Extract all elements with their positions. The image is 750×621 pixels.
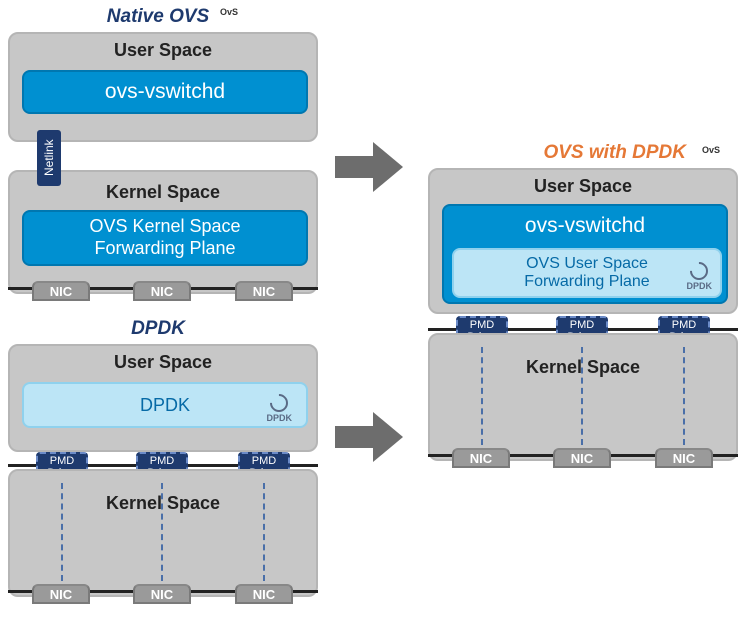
combined-fwd-line2: Forwarding Plane [524,273,649,291]
combined-kernel-space-panel: Kernel Space [428,333,738,461]
native-user-space-heading: User Space [10,40,316,61]
dpdk-logo-icon: DPDK [266,394,292,423]
dpdk-nic-2: NIC [133,584,191,604]
dpdk-dash-2 [161,483,163,581]
dpdk-dash-1 [61,483,63,581]
netlink-connector: Netlink [37,130,61,186]
dpdk-nic-3: NIC [235,584,293,604]
arrow-native-to-combined [335,142,405,192]
native-user-space-panel: User Space ovs-vswitchd [8,32,318,142]
arrow-dpdk-to-combined [335,412,405,462]
native-nic-3: NIC [235,281,293,301]
combined-fwd-line1: OVS User Space [526,255,648,273]
ovs-logo-icon: OvS [220,8,260,17]
native-fwd-plane: OVS Kernel Space Forwarding Plane [22,210,308,266]
dpdk-kernel-space-heading: Kernel Space [10,493,316,514]
combined-fwd-plane: OVS User Space Forwarding Plane DPDK [452,248,722,298]
dpdk-pmd2-line1: PMD [150,455,174,467]
dpdk-label-text: DPDK [140,395,190,416]
combined-user-space-heading: User Space [430,176,736,197]
combined-dash-1 [481,347,483,445]
native-ovs-title: Native OVS [8,6,308,28]
combined-ovs-vswitchd-text: ovs-vswitchd [525,214,645,238]
dpdk-dash-3 [263,483,265,581]
combined-nic-3: NIC [655,448,713,468]
dpdk-pmd3-line1: PMD [252,455,276,467]
combined-dash-2 [581,347,583,445]
dpdk-user-space-heading: User Space [10,352,316,373]
combined-ovs-vswitchd: ovs-vswitchd OVS User Space Forwarding P… [442,204,728,304]
combined-ovs-logo-icon: OvS [702,146,720,155]
combined-user-space-panel: User Space ovs-vswitchd OVS User Space F… [428,168,738,314]
combined-pmd2-line1: PMD [570,319,594,331]
combined-title: OVS with DPDK [432,142,732,164]
native-nic-2: NIC [133,281,191,301]
combined-pmd3-line1: PMD [672,319,696,331]
combined-nic-1: NIC [452,448,510,468]
native-nic-1: NIC [32,281,90,301]
dpdk-nic-1: NIC [32,584,90,604]
dpdk-title: DPDK [8,318,308,340]
combined-dash-3 [683,347,685,445]
combined-dpdk-small-icon: DPDK [686,262,712,291]
native-ovs-vswitchd: ovs-vswitchd [22,70,308,114]
dpdk-user-space-panel: User Space DPDK DPDK [8,344,318,452]
dpdk-kernel-space-panel: Kernel Space [8,469,318,597]
dpdk-pmd1-line1: PMD [50,455,74,467]
native-fwd-line2: Forwarding Plane [94,238,235,260]
native-kernel-space-panel: Kernel Space OVS Kernel Space Forwarding… [8,170,318,294]
dpdk-label-box: DPDK DPDK [22,382,308,428]
native-fwd-line1: OVS Kernel Space [89,216,240,238]
combined-kernel-space-heading: Kernel Space [430,357,736,378]
combined-nic-2: NIC [553,448,611,468]
combined-pmd1-line1: PMD [470,319,494,331]
